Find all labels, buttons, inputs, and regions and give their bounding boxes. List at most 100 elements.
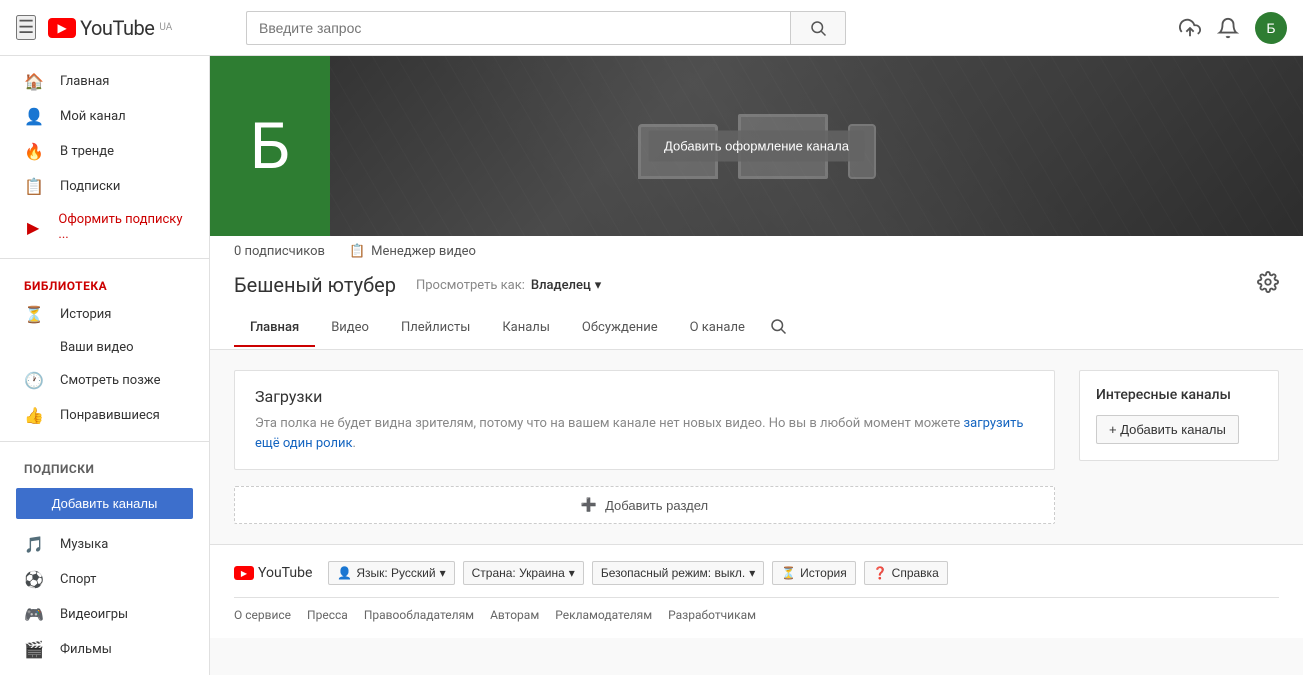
video-manager-label: Менеджер видео <box>371 244 476 259</box>
channel-settings-button[interactable] <box>1257 271 1279 299</box>
view-as-select[interactable]: Владелец ▾ <box>531 278 601 293</box>
music-icon: 🎵 <box>24 535 44 554</box>
user-avatar[interactable]: Б <box>1255 12 1287 44</box>
language-icon: 👤 <box>337 566 352 580</box>
footer-top: YouTube 👤 Язык: Русский ▾ Страна: Украин… <box>234 561 1279 598</box>
tab-playlists[interactable]: Плейлисты <box>385 310 486 347</box>
sidebar-item-label: Подписки <box>60 179 120 194</box>
safe-mode-selector[interactable]: Безопасный режим: выкл. ▾ <box>592 561 764 585</box>
sidebar-item-label: История <box>60 307 111 322</box>
add-section-icon: ➕ <box>581 497 597 513</box>
menu-icon[interactable]: ☰ <box>16 15 36 40</box>
channel-sidebar: Интересные каналы + Добавить каналы <box>1079 370 1279 524</box>
help-label: Справка <box>892 566 939 580</box>
footer-logo-text: YouTube <box>258 565 312 581</box>
channel-info-bar: 0 подписчиков 📋 Менеджер видео Бешеный ю… <box>210 236 1303 350</box>
sidebar-item-label: Оформить подписку ... <box>58 212 185 242</box>
footer-nav: О сервисе Пресса Правообладателям Автора… <box>234 598 1279 622</box>
sidebar-item-watch-later[interactable]: 🕐 Смотреть позже <box>0 363 209 398</box>
search-bar <box>246 11 846 45</box>
youtube-logo-icon <box>48 18 76 38</box>
sidebar-item-my-channel[interactable]: 👤 Мой канал <box>0 99 209 134</box>
uploads-title: Загрузки <box>255 387 1034 406</box>
footer-logo: YouTube <box>234 565 312 581</box>
interesting-channels-box: Интересные каналы + Добавить каналы <box>1079 370 1279 461</box>
channel-banner: Б Добавить оформление канала <box>210 56 1303 236</box>
sidebar-item-get-subscription[interactable]: ▶ Оформить подписку ... <box>0 204 209 250</box>
tab-search-icon[interactable] <box>761 307 795 349</box>
sidebar-item-label: Мой канал <box>60 109 126 124</box>
sidebar-item-sport[interactable]: ⚽ Спорт <box>0 562 209 597</box>
header: ☰ YouTubeUA Б <box>0 0 1303 56</box>
sidebar-item-games[interactable]: 🎮 Видеоигры <box>0 597 209 632</box>
language-label: Язык: Русский <box>356 566 435 580</box>
logo-text: YouTube <box>80 16 154 40</box>
add-channels-button[interactable]: Добавить каналы <box>16 488 193 519</box>
view-as: Просмотреть как: Владелец ▾ <box>416 278 601 293</box>
language-selector[interactable]: 👤 Язык: Русский ▾ <box>328 561 454 585</box>
liked-icon: 👍 <box>24 406 44 425</box>
sport-icon: ⚽ <box>24 570 44 589</box>
header-right: Б <box>1179 12 1287 44</box>
notifications-button[interactable] <box>1217 17 1239 39</box>
subscriptions-section-title: ПОДПИСКИ <box>0 450 209 480</box>
watch-later-icon: 🕐 <box>24 371 44 390</box>
films-icon: 🎬 <box>24 640 44 659</box>
get-subscription-icon: ▶ <box>24 218 42 237</box>
sidebar-item-label: Смотреть позже <box>60 373 161 388</box>
sidebar-item-subscriptions[interactable]: 📋 Подписки <box>0 169 209 204</box>
footer-nav-developers[interactable]: Разработчикам <box>668 608 756 622</box>
logo-link[interactable]: YouTubeUA <box>48 16 172 40</box>
upload-button[interactable] <box>1179 17 1201 39</box>
tab-discussion[interactable]: Обсуждение <box>566 310 674 347</box>
library-section-title: БИБЛИОТЕКА <box>0 267 209 297</box>
dropdown-arrow-icon: ▾ <box>595 278 602 293</box>
footer-nav-copyright[interactable]: Правообладателям <box>364 608 474 622</box>
sidebar: 🏠 Главная 👤 Мой канал 🔥 В тренде 📋 Подпи… <box>0 56 210 675</box>
trending-icon: 🔥 <box>24 142 44 161</box>
sidebar-item-label: Видеоигры <box>60 607 128 622</box>
footer-nav-about[interactable]: О сервисе <box>234 608 291 622</box>
sidebar-item-films[interactable]: 🎬 Фильмы <box>0 632 209 667</box>
add-section-button[interactable]: ➕ Добавить раздел <box>234 486 1055 524</box>
add-channel-art-button[interactable]: Добавить оформление канала <box>648 131 865 162</box>
view-as-label: Просмотреть как: <box>416 278 525 293</box>
add-section-label: Добавить раздел <box>605 498 708 513</box>
tab-videos[interactable]: Видео <box>315 310 385 347</box>
page-layout: 🏠 Главная 👤 Мой канал 🔥 В тренде 📋 Подпи… <box>0 0 1303 675</box>
safe-mode-chevron-icon: ▾ <box>749 566 755 580</box>
sidebar-item-music[interactable]: 🎵 Музыка <box>0 527 209 562</box>
footer-history-button[interactable]: ⏳ История <box>772 561 856 585</box>
tab-home[interactable]: Главная <box>234 310 315 347</box>
footer-help-button[interactable]: ❓ Справка <box>864 561 948 585</box>
channel-info-top: Бешеный ютубер Просмотреть как: Владелец… <box>234 259 1279 299</box>
tab-channels[interactable]: Каналы <box>486 310 566 347</box>
home-icon: 🏠 <box>24 72 44 91</box>
add-interesting-channels-button[interactable]: + Добавить каналы <box>1096 415 1239 444</box>
footer-nav-advertisers[interactable]: Рекламодателям <box>555 608 652 622</box>
video-manager-icon: 📋 <box>349 244 365 259</box>
country-selector[interactable]: Страна: Украина ▾ <box>463 561 584 585</box>
footer-nav-press[interactable]: Пресса <box>307 608 348 622</box>
sidebar-item-home[interactable]: 🏠 Главная <box>0 64 209 99</box>
channel-banner-art: Добавить оформление канала <box>210 56 1303 236</box>
footer-yt-icon <box>234 566 254 580</box>
search-input[interactable] <box>246 11 790 45</box>
footer-nav-authors[interactable]: Авторам <box>490 608 539 622</box>
sidebar-item-trending[interactable]: 🔥 В тренде <box>0 134 209 169</box>
sidebar-item-your-videos[interactable]: Ваши видео <box>0 332 209 363</box>
main-content: Б Добавить оформление канала 0 подписчик… <box>210 56 1303 675</box>
footer-controls: 👤 Язык: Русский ▾ Страна: Украина ▾ Безо… <box>328 561 947 585</box>
search-button[interactable] <box>790 11 846 45</box>
sidebar-item-label: Музыка <box>60 537 108 552</box>
country-label: Страна: Украина <box>472 566 565 580</box>
games-icon: 🎮 <box>24 605 44 624</box>
channel-main: Загрузки Эта полка не будет видна зрител… <box>234 370 1055 524</box>
sidebar-item-history[interactable]: ⏳ История <box>0 297 209 332</box>
sidebar-item-liked[interactable]: 👍 Понравившиеся <box>0 398 209 433</box>
sidebar-item-label: Ваши видео <box>60 340 134 355</box>
video-manager-link[interactable]: 📋 Менеджер видео <box>349 244 476 259</box>
history-label: История <box>800 566 847 580</box>
tab-about[interactable]: О канале <box>674 310 761 347</box>
history-icon: ⏳ <box>24 305 44 324</box>
